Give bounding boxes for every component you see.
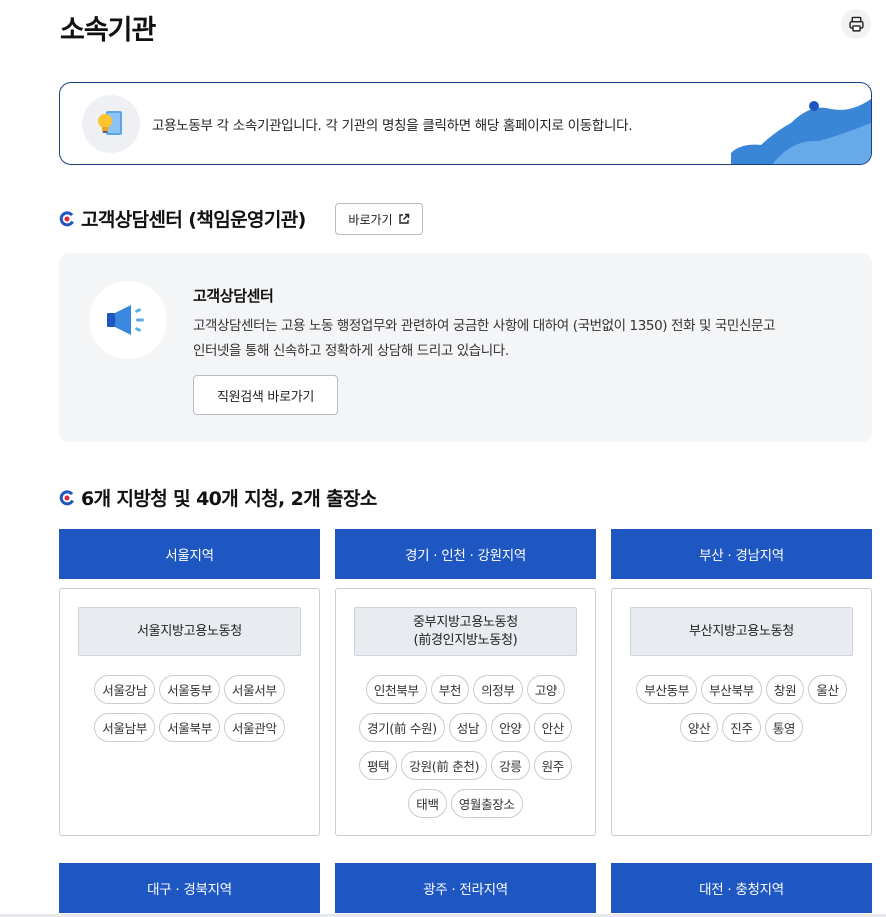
region-tab-busan[interactable]: 부산 · 경남지역 xyxy=(611,529,872,579)
callcenter-desc-line1: 고객상담센터는 고용 노동 행정업무와 관련하여 궁금한 사항에 대하여 (국번… xyxy=(193,318,776,334)
office-name: 부산지방고용노동청 xyxy=(689,623,794,639)
callcenter-description: 고객상담센터는 고용 노동 행정업무와 관련하여 궁금한 사항에 대하여 (국번… xyxy=(193,314,853,364)
branch-list-gyeonggi: 인천북부 부천 의정부 고양 경기(前 수원) 성남 안양 안산 평택 강원(前… xyxy=(336,675,595,818)
staff-search-button[interactable]: 직원검색 바로가기 xyxy=(193,375,338,415)
wave-decoration xyxy=(731,99,871,164)
branch-chip[interactable]: 안산 xyxy=(533,713,573,742)
branch-chip[interactable]: 양산 xyxy=(679,713,719,742)
region-tab-daegu[interactable]: 대구 · 경북지역 xyxy=(59,863,320,913)
branch-chip[interactable]: 인천북부 xyxy=(365,675,427,704)
branch-chip[interactable]: 강릉 xyxy=(491,751,530,780)
office-button-busan[interactable]: 부산지방고용노동청 xyxy=(630,607,853,656)
branch-chip[interactable]: 의정부 xyxy=(473,675,523,704)
megaphone-icon xyxy=(107,305,144,335)
callcenter-go-label: 바로가기 xyxy=(348,212,393,227)
callcenter-icon-circle xyxy=(89,281,167,359)
branch-chip[interactable]: 안양 xyxy=(491,713,530,742)
region-panel-seoul: 서울지방고용노동청 서울강남 서울동부 서울서부 서울남부 서울북부 서울관악 xyxy=(59,588,320,836)
branch-chip[interactable]: 강원(前 춘천) xyxy=(401,751,488,780)
print-button[interactable] xyxy=(841,9,871,39)
branch-chip[interactable]: 서울서부 xyxy=(223,675,285,704)
branch-chip[interactable]: 성남 xyxy=(448,713,488,742)
page-title: 소속기관 xyxy=(60,15,156,46)
branch-chip[interactable]: 서울동부 xyxy=(159,675,220,704)
region-tab-gyeonggi[interactable]: 경기 · 인천 · 강원지역 xyxy=(335,529,596,579)
branch-chip[interactable]: 태백 xyxy=(408,789,447,818)
callcenter-go-link[interactable]: 바로가기 xyxy=(335,203,423,235)
section-mark-icon xyxy=(59,489,74,505)
branch-chip[interactable]: 영월출장소 xyxy=(450,789,523,818)
lightbulb-book-icon xyxy=(98,111,122,135)
callcenter-section-title: 고객상담센터 (책임운영기관) xyxy=(59,205,306,232)
branch-chip[interactable]: 서울관악 xyxy=(223,713,285,742)
info-banner: 고용노동부 각 소속기관입니다. 각 기관의 명칭을 클릭하면 해당 홈페이지로… xyxy=(59,82,872,165)
region-tab-daejeon[interactable]: 대전 · 충청지역 xyxy=(611,863,872,913)
print-icon xyxy=(848,16,864,32)
branch-chip[interactable]: 서울강남 xyxy=(94,675,156,704)
regions-section-title-text: 6개 지방청 및 40개 지청, 2개 출장소 xyxy=(81,488,377,510)
branch-chip[interactable]: 평택 xyxy=(358,751,398,780)
office-name: 서울지방고용노동청 xyxy=(137,623,242,639)
region-panel-gyeonggi: 중부지방고용노동청 (前경인지방노동청) 인천북부 부천 의정부 고양 경기(前… xyxy=(335,588,596,836)
office-former-name: (前경인지방노동청) xyxy=(413,632,518,648)
branch-chip[interactable]: 창원 xyxy=(765,675,805,704)
office-name: 중부지방고용노동청 xyxy=(413,614,518,630)
branch-list-seoul: 서울강남 서울동부 서울서부 서울남부 서울북부 서울관악 xyxy=(60,675,319,742)
callcenter-desc-line2: 인터넷을 통해 신속하고 정확하게 상담해 드리고 있습니다. xyxy=(193,343,509,359)
office-button-jungbu[interactable]: 중부지방고용노동청 (前경인지방노동청) xyxy=(354,607,577,656)
region-tab-gwangju[interactable]: 광주 · 전라지역 xyxy=(335,863,596,913)
branch-chip[interactable]: 통영 xyxy=(764,713,804,742)
branch-chip[interactable]: 원주 xyxy=(533,751,573,780)
branch-chip[interactable]: 부산북부 xyxy=(701,675,762,704)
callcenter-card: 고객상담센터 고객상담센터는 고용 노동 행정업무와 관련하여 궁금한 사항에 … xyxy=(59,253,872,442)
branch-chip[interactable]: 부천 xyxy=(430,675,470,704)
region-panel-busan: 부산지방고용노동청 부산동부 부산북부 창원 울산 양산 진주 통영 xyxy=(611,588,872,836)
branch-list-busan: 부산동부 부산북부 창원 울산 양산 진주 통영 xyxy=(612,675,871,742)
info-icon-circle xyxy=(82,95,140,153)
branch-chip[interactable]: 고양 xyxy=(526,675,566,704)
branch-chip[interactable]: 울산 xyxy=(808,675,847,704)
branch-chip[interactable]: 부산동부 xyxy=(636,675,698,704)
callcenter-section-title-text: 고객상담센터 (책임운영기관) xyxy=(81,209,306,231)
branch-chip[interactable]: 진주 xyxy=(722,713,761,742)
branch-chip[interactable]: 경기(前 수원) xyxy=(358,713,445,742)
region-tab-seoul[interactable]: 서울지역 xyxy=(59,529,320,579)
branch-chip[interactable]: 서울남부 xyxy=(94,713,156,742)
office-button-seoul[interactable]: 서울지방고용노동청 xyxy=(78,607,301,656)
regions-section-title: 6개 지방청 및 40개 지청, 2개 출장소 xyxy=(59,484,377,511)
callcenter-name: 고객상담센터 xyxy=(193,287,274,305)
branch-chip[interactable]: 서울북부 xyxy=(159,713,220,742)
external-link-icon xyxy=(398,213,409,224)
section-mark-icon xyxy=(59,210,74,226)
info-text: 고용노동부 각 소속기관입니다. 각 기관의 명칭을 클릭하면 해당 홈페이지로… xyxy=(152,118,633,134)
